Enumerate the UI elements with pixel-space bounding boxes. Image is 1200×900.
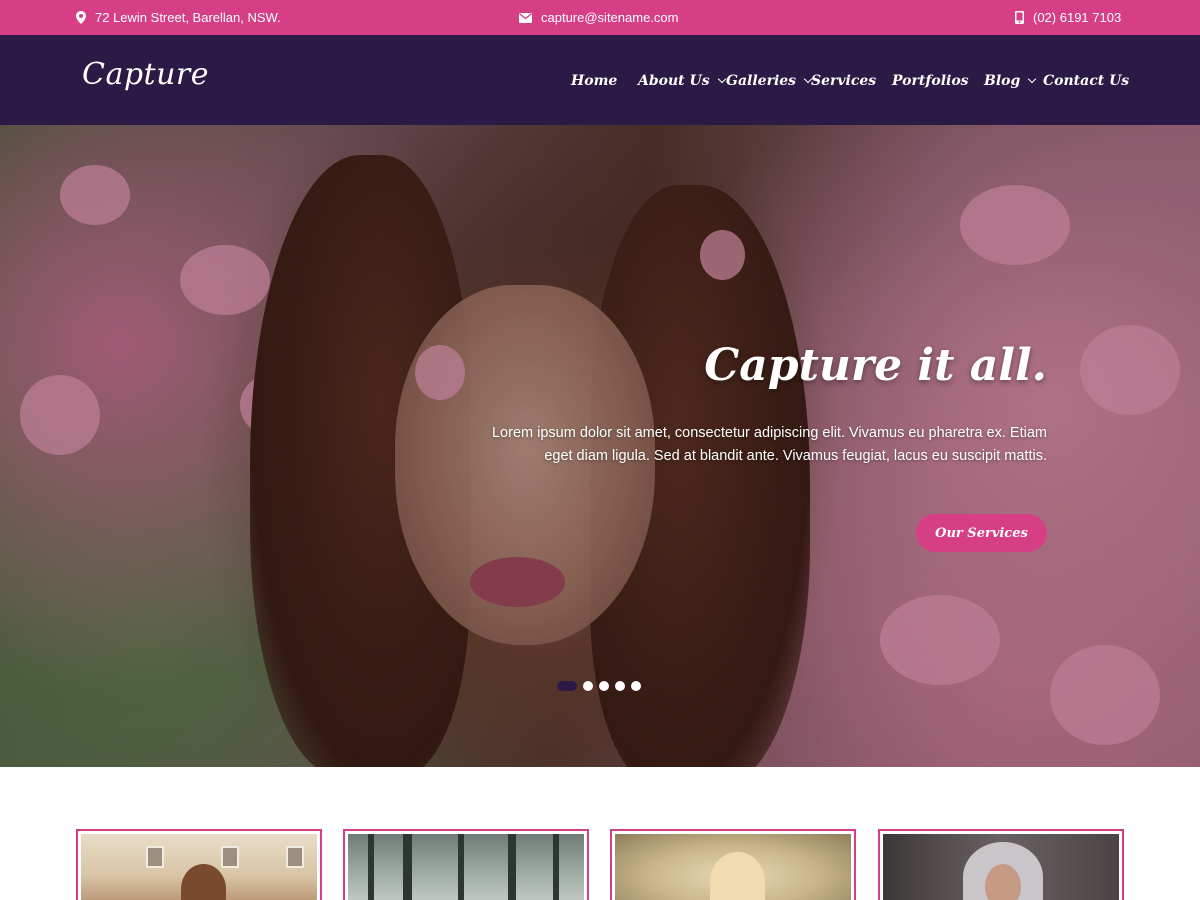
nav-item-label: Home xyxy=(571,73,618,89)
slider-pagination xyxy=(557,681,641,691)
nav-item-galleries[interactable]: Galleries xyxy=(726,70,813,92)
nav-item-about-us[interactable]: About Us xyxy=(638,70,726,92)
nav-item-home[interactable]: Home xyxy=(571,70,617,92)
nav-item-label: Galleries xyxy=(726,73,797,89)
person-figure xyxy=(710,852,765,900)
hero-description: Lorem ipsum dolor sit amet, consectetur … xyxy=(491,425,1047,464)
tree-decoration xyxy=(458,834,464,900)
envelope-icon xyxy=(519,12,532,23)
email-info[interactable]: capture@sitename.com xyxy=(519,0,678,35)
nav-item-portfolios[interactable]: Portfolios xyxy=(892,70,969,92)
nav-item-label: Contact Us xyxy=(1043,73,1130,89)
top-contact-bar: 72 Lewin Street, Barellan, NSW. capture@… xyxy=(0,0,1200,35)
window-decoration xyxy=(146,846,164,868)
tree-decoration xyxy=(368,834,374,900)
gallery-card[interactable] xyxy=(610,829,856,900)
slider-dot[interactable] xyxy=(599,681,609,691)
phone-link[interactable]: (02) 6191 7103 xyxy=(1033,10,1121,25)
hero-title: Capture it all. xyxy=(704,340,1047,391)
nav-item-services[interactable]: Services xyxy=(811,70,876,92)
person-figure xyxy=(181,864,226,900)
tree-decoration xyxy=(508,834,516,900)
nav-item-contact-us[interactable]: Contact Us xyxy=(1043,70,1129,92)
slider-dot[interactable] xyxy=(631,681,641,691)
gallery-image xyxy=(348,834,584,900)
address-info: 72 Lewin Street, Barellan, NSW. xyxy=(76,0,281,35)
nav-item-blog[interactable]: Blog xyxy=(984,70,1037,92)
window-decoration xyxy=(286,846,304,868)
nav-item-label: Services xyxy=(811,73,877,89)
gallery-image xyxy=(883,834,1119,900)
gallery-card[interactable] xyxy=(343,829,589,900)
site-header: Capture Home About Us Galleries Services… xyxy=(0,35,1200,125)
window-decoration xyxy=(221,846,239,868)
chevron-down-icon xyxy=(1028,74,1037,84)
slider-dot[interactable] xyxy=(583,681,593,691)
map-pin-icon xyxy=(76,11,86,24)
gallery-cards xyxy=(0,829,1200,900)
slider-dot-active[interactable] xyxy=(557,681,577,691)
gallery-image xyxy=(81,834,317,900)
our-services-button[interactable]: Our Services xyxy=(916,514,1047,552)
gallery-card[interactable] xyxy=(76,829,322,900)
gallery-image xyxy=(615,834,851,900)
nav-item-label: Blog xyxy=(984,73,1021,89)
chevron-down-icon xyxy=(717,74,726,84)
address-text: 72 Lewin Street, Barellan, NSW. xyxy=(95,10,281,25)
tree-decoration xyxy=(403,834,412,900)
gallery-card[interactable] xyxy=(878,829,1124,900)
tree-decoration xyxy=(553,834,559,900)
site-logo[interactable]: Capture xyxy=(82,57,209,92)
hero-slider: Capture it all. Lorem ipsum dolor sit am… xyxy=(0,125,1200,767)
slider-dot[interactable] xyxy=(615,681,625,691)
mobile-phone-icon xyxy=(1015,11,1024,24)
nav-item-label: Portfolios xyxy=(892,73,969,89)
phone-info[interactable]: (02) 6191 7103 xyxy=(1015,0,1121,35)
nav-item-label: About Us xyxy=(638,73,710,89)
email-link[interactable]: capture@sitename.com xyxy=(541,10,678,25)
